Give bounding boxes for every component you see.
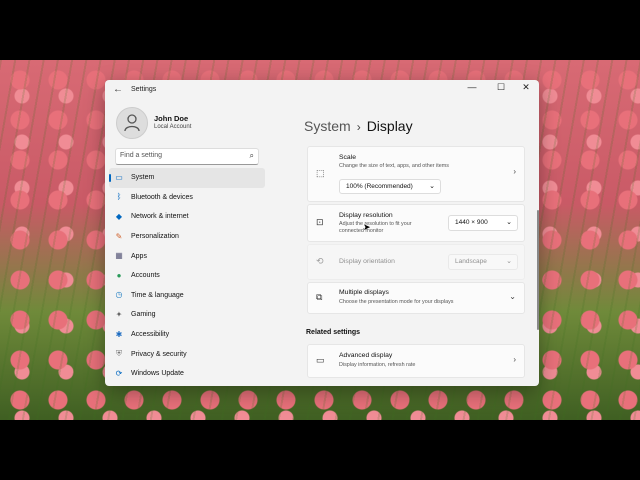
setting-description-cont: connected monitor <box>339 228 384 234</box>
scrollbar[interactable] <box>537 210 539 330</box>
display-orientation-card: ⟲ Display orientation Landscape ⌄ <box>307 244 525 280</box>
resolution-dropdown[interactable]: 1440 × 900 ⌄ <box>448 215 518 231</box>
person-icon <box>124 114 140 132</box>
settings-window: ← Settings — ☐ ✕ John Doe Local Account … <box>105 80 539 386</box>
chevron-down-icon: ⌄ <box>506 219 512 226</box>
chevron-right-icon: › <box>513 167 516 176</box>
advanced-display-card[interactable]: ▭ Advanced display Display information, … <box>307 344 525 378</box>
multiple-displays-icon: ⧉ <box>316 292 323 302</box>
title-bar: ← Settings — ☐ ✕ <box>105 80 539 102</box>
sidebar-item-label: Personalization <box>131 233 179 241</box>
chevron-down-icon: ⌄ <box>429 183 435 190</box>
display-resolution-card: ⊡ Display resolution Adjust the resoluti… <box>307 204 525 242</box>
sidebar-item-label: Gaming <box>131 311 156 319</box>
scale-icon: ⬚ <box>316 168 325 178</box>
avatar <box>116 107 148 139</box>
sidebar-item-accessibility[interactable]: ✱ Accessibility <box>109 325 265 345</box>
multiple-displays-card[interactable]: ⧉ Multiple displays Choose the presentat… <box>307 282 525 314</box>
dropdown-value: Landscape <box>455 258 487 265</box>
search-input[interactable]: Find a setting ⌕ <box>115 148 259 165</box>
sidebar-item-apps[interactable]: ▦ Apps <box>109 246 265 266</box>
page-title: Display <box>366 118 413 134</box>
sidebar-item-gaming[interactable]: ✦ Gaming <box>109 305 265 325</box>
setting-title: Advanced display <box>339 352 393 359</box>
sidebar-item-label: Bluetooth & devices <box>131 193 193 201</box>
account-type: Local Account <box>154 124 192 130</box>
search-placeholder: Find a setting <box>120 152 163 159</box>
chevron-down-icon: ⌄ <box>506 258 512 265</box>
scale-setting-card[interactable]: ⬚ Scale Change the size of text, apps, a… <box>307 146 525 202</box>
resolution-icon: ⊡ <box>316 217 324 227</box>
sidebar-item-accounts[interactable]: ● Accounts <box>109 266 265 286</box>
sidebar-item-label: Time & language <box>131 291 184 299</box>
dropdown-value: 100% (Recommended) <box>346 183 413 190</box>
sidebar-item-label: Privacy & security <box>131 350 187 358</box>
person-icon: ● <box>116 270 122 280</box>
maximize-icon[interactable]: ☐ <box>491 82 511 93</box>
shield-icon: ⛨ <box>116 349 122 359</box>
setting-title: Display orientation <box>339 258 395 265</box>
sidebar-item-label: Accessibility <box>131 331 170 339</box>
minimize-icon[interactable]: — <box>462 82 482 92</box>
related-settings-heading: Related settings <box>306 329 361 336</box>
sidebar-item-privacy[interactable]: ⛨ Privacy & security <box>109 344 265 364</box>
setting-description: Choose the presentation mode for your di… <box>339 299 454 305</box>
globe-clock-icon: ◷ <box>115 290 123 300</box>
orientation-dropdown: Landscape ⌄ <box>448 254 518 270</box>
sidebar-item-label: System <box>131 174 155 182</box>
accessibility-icon: ✱ <box>115 329 123 339</box>
setting-title: Multiple displays <box>339 289 389 296</box>
mouse-cursor-icon: ➤ <box>363 222 371 232</box>
sidebar-item-network[interactable]: ◆ Network & internet <box>109 207 265 227</box>
setting-title: Scale <box>339 154 357 161</box>
brush-icon: ✎ <box>115 231 123 241</box>
active-indicator <box>109 174 111 182</box>
sidebar-item-bluetooth[interactable]: ᛒ Bluetooth & devices <box>109 188 265 208</box>
refresh-icon: ⟳ <box>115 368 123 378</box>
gamepad-icon: ✦ <box>115 309 123 319</box>
sidebar-item-label: Network & internet <box>131 213 189 221</box>
orientation-icon: ⟲ <box>316 256 324 266</box>
sidebar-item-time-language[interactable]: ◷ Time & language <box>109 286 265 306</box>
setting-description: Adjust the resolution to fit your <box>339 221 412 227</box>
user-name: John Doe <box>154 114 189 123</box>
breadcrumb-parent[interactable]: System <box>304 118 351 134</box>
close-icon[interactable]: ✕ <box>516 82 536 93</box>
chevron-right-icon: › <box>513 355 516 364</box>
bluetooth-icon: ᛒ <box>116 192 122 202</box>
sidebar-item-label: Windows Update <box>131 370 184 378</box>
setting-description: Display information, refresh rate <box>339 362 416 368</box>
sidebar-nav: ▭ System ᛒ Bluetooth & devices ◆ Network… <box>109 168 265 384</box>
sidebar-item-label: Apps <box>131 252 147 260</box>
sidebar-item-label: Accounts <box>131 272 160 280</box>
setting-description: Change the size of text, apps, and other… <box>339 163 449 169</box>
sidebar-item-system[interactable]: ▭ System <box>109 168 265 188</box>
sidebar-item-windows-update[interactable]: ⟳ Windows Update <box>109 364 265 384</box>
scale-dropdown[interactable]: 100% (Recommended) ⌄ <box>339 179 441 194</box>
sidebar-item-personalization[interactable]: ✎ Personalization <box>109 227 265 247</box>
monitor-icon: ▭ <box>115 172 123 182</box>
dropdown-value: 1440 × 900 <box>455 219 488 226</box>
back-arrow-icon[interactable]: ← <box>113 84 123 95</box>
wifi-icon: ◆ <box>115 211 123 221</box>
breadcrumb-separator: › <box>356 120 361 134</box>
search-icon: ⌕ <box>249 151 254 160</box>
chevron-down-icon: ⌄ <box>509 292 516 301</box>
setting-title: Display resolution <box>339 212 393 219</box>
apps-grid-icon: ▦ <box>115 251 123 261</box>
breadcrumb: System › Display <box>304 118 413 134</box>
window-title: Settings <box>131 86 157 93</box>
monitor-icon: ▭ <box>316 355 325 365</box>
